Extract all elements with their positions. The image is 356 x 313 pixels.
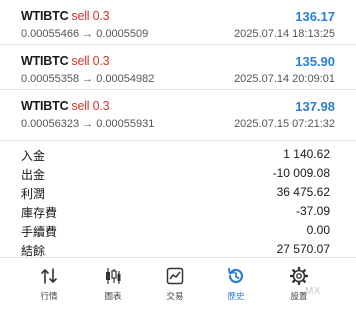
trade-profit: 136.17 <box>295 9 335 24</box>
trade-symbol: WTIBTC sell 0.3 <box>21 99 110 113</box>
summary-row-deposit: 入金 1 140.62 <box>0 145 356 164</box>
summary-label: 入金 <box>21 149 46 163</box>
history-clock-icon <box>228 268 244 284</box>
account-summary: 入金 1 140.62 出金 -10 009.08 利潤 36 475.62 庫… <box>0 140 356 259</box>
quotes-arrows-icon <box>41 268 57 284</box>
trade-prices: 0.00055466 → 0.0005509 <box>21 28 149 40</box>
trade-profit: 137.98 <box>295 99 335 114</box>
tab-label: 交易 <box>166 291 184 301</box>
summary-value: -10 009.08 <box>272 166 330 180</box>
summary-row-commission: 手續費 0.00 <box>0 221 356 240</box>
tab-quotes[interactable]: 行情 <box>19 258 79 313</box>
trade-symbol: WTIBTC sell 0.3 <box>21 9 110 23</box>
summary-value: 1 140.62 <box>283 147 330 161</box>
settings-gear-icon <box>289 266 309 286</box>
summary-value: 27 570.07 <box>276 242 330 256</box>
trade-side: sell 0.3 <box>71 99 110 113</box>
summary-row-profit: 利潤 36 475.62 <box>0 183 356 202</box>
trade-time: 2025.07.14 18:13:25 <box>234 28 335 40</box>
tab-label: 圖表 <box>104 291 122 301</box>
summary-row-withdrawal: 出金 -10 009.08 <box>0 164 356 183</box>
trade-row[interactable]: WTIBTC sell 0.3 136.17 0.00055466 → 0.000… <box>0 0 356 45</box>
trade-prices: 0.00056323 → 0.00055931 <box>21 118 155 130</box>
tab-trade[interactable]: 交易 <box>145 258 205 313</box>
summary-label: 庫存費 <box>21 206 58 220</box>
trade-side: sell 0.3 <box>71 54 110 68</box>
tab-label: 歷史 <box>227 291 245 301</box>
trade-profit: 135.90 <box>295 54 335 69</box>
trade-time: 2025.07.15 07:21:32 <box>234 118 335 130</box>
summary-label: 手續費 <box>21 225 58 239</box>
trade-chart-icon <box>166 267 184 285</box>
summary-value: 36 475.62 <box>276 185 330 199</box>
bottom-tab-bar: 行情 圖表 交易 歷史 設置 MX <box>0 257 356 313</box>
summary-value: -37.09 <box>295 204 330 218</box>
trade-side: sell 0.3 <box>71 9 110 23</box>
trade-time: 2025.07.14 20:09:01 <box>234 73 335 85</box>
trade-prices: 0.00055358 → 0.00054982 <box>21 73 155 85</box>
summary-row-swap: 庫存費 -37.09 <box>0 202 356 221</box>
summary-value: 0.00 <box>306 223 330 237</box>
trade-row[interactable]: WTIBTC sell 0.3 137.98 0.00056323 → 0.000… <box>0 90 356 135</box>
tab-history[interactable]: 歷史 <box>206 258 266 313</box>
summary-label: 利潤 <box>21 187 46 201</box>
watermark: MX <box>305 286 321 297</box>
trade-symbol: WTIBTC sell 0.3 <box>21 54 110 68</box>
trade-row[interactable]: WTIBTC sell 0.3 135.90 0.00055358 → 0.000… <box>0 45 356 90</box>
summary-label: 出金 <box>21 168 46 182</box>
tab-charts[interactable]: 圖表 <box>83 258 143 313</box>
candlestick-chart-icon <box>106 268 121 284</box>
tab-label: 行情 <box>40 291 58 301</box>
trade-history-list: WTIBTC sell 0.3 136.17 0.00055466 → 0.000… <box>0 0 356 135</box>
